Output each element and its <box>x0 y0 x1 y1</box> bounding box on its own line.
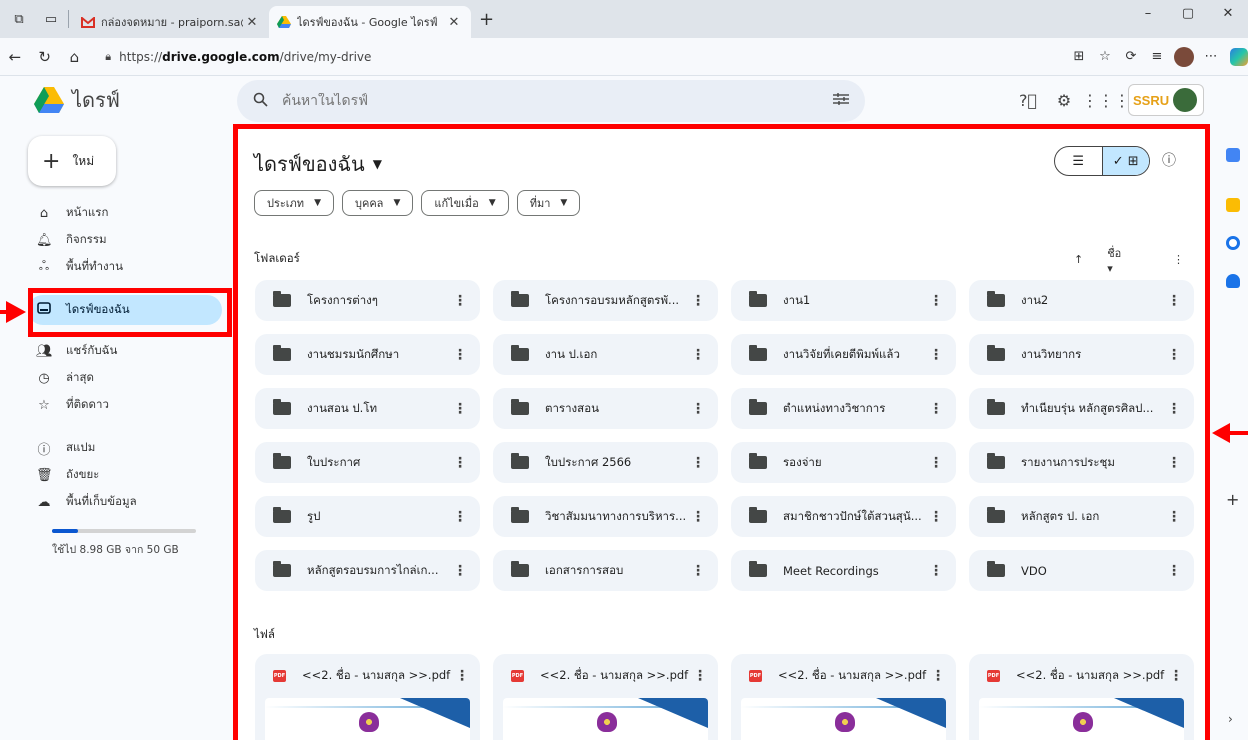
address-field[interactable]: 🔒︎ https://drive.google.com/drive/my-dri… <box>95 43 1058 71</box>
sidebar-item-label: แชร์กับฉัน <box>66 343 118 357</box>
sidebar-item-label: ถังขยะ <box>66 467 100 481</box>
address-toolbar: ← ↻ ⌂ 🔒︎ https://drive.google.com/drive/… <box>0 38 1248 76</box>
sidebar-item-recent[interactable]: ◷ ล่าสุด <box>36 365 94 391</box>
tab-actions-icon[interactable]: ▭ <box>38 4 64 34</box>
tab-drive[interactable]: ไดรฟ์ของฉัน - Google ไดรฟ์ ✕ <box>269 6 471 38</box>
restore-icon[interactable]: ▢ <box>1168 6 1208 21</box>
storage-text: ใช้ไป 8.98 GB จาก 50 GB <box>52 544 179 556</box>
gmail-icon <box>81 15 95 29</box>
minimize-icon[interactable]: – <box>1128 6 1168 21</box>
sidebar-item-starred[interactable]: ☆ ที่ติดดาว <box>36 392 109 418</box>
bell-icon: 🔔︎ <box>36 232 53 248</box>
spam-icon: ⓘ <box>37 442 51 458</box>
search-bar[interactable] <box>237 80 865 122</box>
home-icon[interactable]: ⌂ <box>60 48 90 66</box>
ssru-account-button[interactable]: SSRU <box>1128 84 1204 116</box>
tab-title: ไดรฟ์ของฉัน - Google ไดรฟ์ <box>297 16 438 29</box>
workspace-icon: ஃ <box>38 259 50 274</box>
sidebar-item-storage[interactable]: ☁ พื้นที่เก็บข้อมูล <box>36 489 137 515</box>
tasks-icon[interactable] <box>1226 236 1240 250</box>
extensions-icon[interactable]: ⟳ <box>1118 49 1144 64</box>
annotation-arrowhead-left <box>6 301 26 323</box>
tab-gmail[interactable]: กล่องจดหมาย - praiporn.sa@ssru.a ✕ <box>73 6 269 38</box>
drive-logo-icon <box>34 87 64 113</box>
home-icon: ⌂ <box>39 205 49 221</box>
app-name: ไดรฟ์ <box>72 88 120 112</box>
sidebar-item-shared[interactable]: 👥︎ แชร์กับฉัน <box>36 338 117 364</box>
new-tab-icon[interactable]: + <box>479 9 494 30</box>
contacts-icon[interactable] <box>1226 274 1240 288</box>
storage-bar-fill <box>52 529 78 533</box>
highlight-box-my-drive <box>28 288 232 337</box>
clock-icon: ◷ <box>38 370 50 386</box>
profile-avatar[interactable] <box>1173 46 1194 67</box>
browser-tab-strip: ⧉ ▭ กล่องจดหมาย - praiporn.sa@ssru.a ✕ ไ… <box>0 0 1248 38</box>
close-window-icon[interactable]: ✕ <box>1208 6 1248 21</box>
refresh-icon[interactable]: ↻ <box>30 48 60 66</box>
drive-logo[interactable]: ไดรฟ์ <box>34 84 120 116</box>
app-view-icon[interactable]: ⊞ <box>1066 49 1092 64</box>
favorite-star-icon[interactable]: ☆ <box>1092 49 1118 64</box>
sidebar-item-workspaces[interactable]: ஃ พื้นที่ทำงาน <box>36 254 123 280</box>
trash-icon: 🗑︎ <box>36 467 53 483</box>
apps-grid-icon[interactable]: ⋮⋮⋮ <box>1082 91 1130 110</box>
storage-bar <box>52 529 196 533</box>
sidebar-item-spam[interactable]: ⓘ สแปม <box>36 435 95 461</box>
chevron-right-icon[interactable]: › <box>1228 712 1233 726</box>
sidebar-item-label: กิจกรรม <box>66 232 107 246</box>
back-icon[interactable]: ← <box>0 48 30 66</box>
url-host: drive.google.com <box>162 49 280 64</box>
close-tab-icon[interactable]: ✕ <box>243 15 261 30</box>
ssru-logo: SSRU <box>1133 92 1170 108</box>
help-icon[interactable]: ?⃝ <box>1010 91 1046 110</box>
cloud-icon: ☁ <box>37 494 51 510</box>
search-options-icon[interactable] <box>833 92 849 110</box>
close-tab-icon[interactable]: ✕ <box>445 15 463 30</box>
sidebar-item-activity[interactable]: 🔔︎ กิจกรรม <box>36 227 107 253</box>
tab-separator <box>68 10 69 28</box>
tab-title: กล่องจดหมาย - praiporn.sa@ssru.a <box>101 16 243 29</box>
drive-favicon-icon <box>277 15 291 29</box>
sidebar-item-label: พื้นที่ทำงาน <box>66 259 123 273</box>
header-actions: ?⃝ ⚙ ⋮⋮⋮ SSRU <box>1010 84 1204 116</box>
plus-icon: + <box>42 148 61 174</box>
user-avatar <box>1173 88 1198 112</box>
sidebar-item-trash[interactable]: 🗑︎ ถังขยะ <box>36 462 99 488</box>
url-prefix: https:// <box>119 49 163 64</box>
sidebar-item-label: ล่าสุด <box>66 370 94 384</box>
sidebar-item-home[interactable]: ⌂ หน้าแรก <box>36 200 109 226</box>
sidebar-item-label: หน้าแรก <box>66 205 109 219</box>
settings-gear-icon[interactable]: ⚙ <box>1046 91 1082 110</box>
toolbar-right: ⊞ ☆ ⟳ ≡ ⋯ <box>1066 46 1248 67</box>
highlight-box-main <box>233 124 1210 740</box>
star-icon: ☆ <box>38 397 50 413</box>
url-path: /drive/my-drive <box>279 49 372 64</box>
sidebar-item-label: สแปม <box>66 440 96 454</box>
favorites-icon[interactable]: ≡ <box>1144 49 1170 64</box>
new-button[interactable]: + ใหม่ <box>28 136 116 186</box>
add-addon-icon[interactable]: + <box>1226 490 1239 509</box>
calendar-icon[interactable] <box>1226 148 1240 162</box>
workspaces-icon[interactable]: ⧉ <box>6 4 32 34</box>
search-icon[interactable] <box>253 92 268 111</box>
sidebar-item-label: ที่ติดดาว <box>66 397 109 411</box>
new-button-label: ใหม่ <box>72 153 95 168</box>
annotation-arrow-right <box>1228 431 1248 435</box>
search-input[interactable] <box>282 93 833 109</box>
people-icon: 👥︎ <box>36 343 53 359</box>
lock-icon: 🔒︎ <box>105 49 112 63</box>
window-controls: – ▢ ✕ <box>1128 6 1248 21</box>
sidebar-item-label: พื้นที่เก็บข้อมูล <box>66 494 137 508</box>
keep-icon[interactable] <box>1226 198 1240 212</box>
more-icon[interactable]: ⋯ <box>1198 49 1224 64</box>
copilot-icon[interactable] <box>1229 47 1248 66</box>
